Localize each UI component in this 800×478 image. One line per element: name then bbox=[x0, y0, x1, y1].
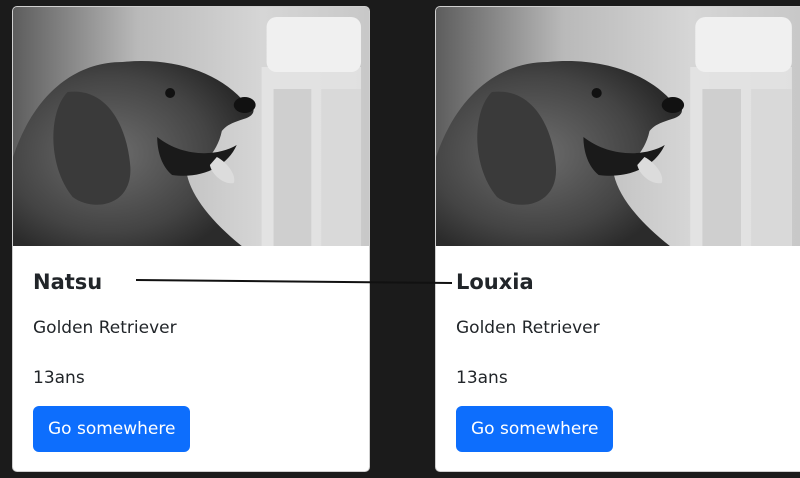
dog-card-natsu: Natsu Golden Retriever 13ans Go somewher… bbox=[12, 6, 370, 472]
page: Natsu Golden Retriever 13ans Go somewher… bbox=[0, 0, 800, 478]
dog-photo bbox=[13, 7, 369, 246]
dog-breed: Golden Retriever bbox=[456, 318, 600, 338]
dog-name: Louxia bbox=[456, 270, 534, 294]
dog-age: 13ans bbox=[33, 368, 85, 388]
dog-name: Natsu bbox=[33, 270, 103, 294]
dog-image bbox=[13, 7, 369, 246]
dog-card-louxia: Louxia Golden Retriever 13ans Go somewhe… bbox=[435, 6, 800, 472]
dog-breed: Golden Retriever bbox=[33, 318, 177, 338]
dog-image bbox=[436, 7, 800, 246]
dog-photo bbox=[436, 7, 800, 246]
go-somewhere-button[interactable]: Go somewhere bbox=[456, 406, 614, 452]
go-somewhere-button[interactable]: Go somewhere bbox=[33, 406, 191, 452]
dog-age: 13ans bbox=[456, 368, 508, 388]
